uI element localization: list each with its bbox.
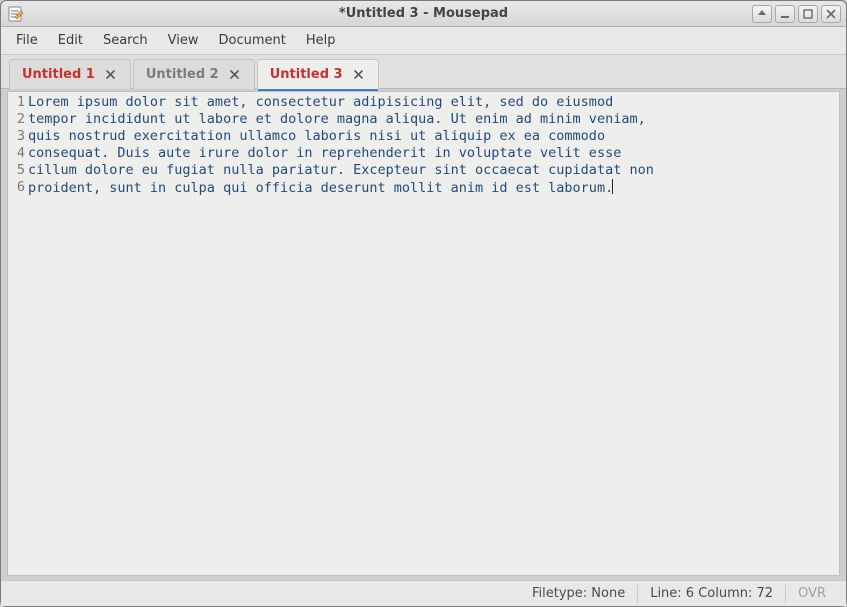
- tab-label: Untitled 3: [270, 67, 343, 82]
- tab-label: Untitled 2: [146, 67, 219, 82]
- tab-bar: Untitled 1 Untitled 2 Untitled 3: [1, 55, 846, 89]
- menubar: File Edit Search View Document Help: [1, 27, 846, 55]
- editor-line: consequat. Duis aute irure dolor in repr…: [28, 145, 835, 162]
- menu-file[interactable]: File: [7, 28, 47, 53]
- window-title: *Untitled 3 - Mousepad: [1, 6, 846, 21]
- text-editor[interactable]: Lorem ipsum dolor sit amet, consectetur …: [28, 92, 839, 575]
- menu-help[interactable]: Help: [297, 28, 345, 53]
- menu-edit[interactable]: Edit: [49, 28, 92, 53]
- menu-document[interactable]: Document: [209, 28, 294, 53]
- status-filetype[interactable]: Filetype: None: [520, 585, 637, 603]
- tab-label: Untitled 1: [22, 67, 95, 82]
- close-icon[interactable]: [352, 67, 366, 81]
- line-number: 3: [8, 128, 25, 145]
- document-tab[interactable]: Untitled 1: [9, 59, 131, 89]
- document-tab[interactable]: Untitled 3: [257, 59, 379, 89]
- window-keep-above-button[interactable]: [752, 5, 772, 23]
- document-tab[interactable]: Untitled 2: [133, 59, 255, 89]
- window-minimize-button[interactable]: [775, 5, 795, 23]
- editor-line: proident, sunt in culpa qui officia dese…: [28, 179, 835, 196]
- editor-line: quis nostrud exercitation ullamco labori…: [28, 128, 835, 145]
- menu-view[interactable]: View: [159, 28, 208, 53]
- line-number: 1: [8, 94, 25, 111]
- close-icon[interactable]: [104, 68, 118, 82]
- line-number: 6: [8, 179, 25, 196]
- app-icon: [7, 5, 25, 23]
- editor-line: cillum dolore eu fugiat nulla pariatur. …: [28, 162, 835, 179]
- status-cursor-position: Line: 6 Column: 72: [637, 585, 785, 603]
- text-cursor: [612, 179, 613, 194]
- line-number: 4: [8, 145, 25, 162]
- status-overwrite-mode[interactable]: OVR: [785, 585, 838, 603]
- window-maximize-button[interactable]: [798, 5, 818, 23]
- statusbar: Filetype: None Line: 6 Column: 72 OVR: [1, 580, 846, 606]
- editor-area: 123456 Lorem ipsum dolor sit amet, conse…: [7, 91, 840, 576]
- line-number: 5: [8, 162, 25, 179]
- editor-line: Lorem ipsum dolor sit amet, consectetur …: [28, 94, 835, 111]
- titlebar: *Untitled 3 - Mousepad: [1, 1, 846, 27]
- window-controls: [752, 5, 846, 23]
- editor-line: tempor incididunt ut labore et dolore ma…: [28, 111, 835, 128]
- line-number-gutter: 123456: [8, 92, 28, 575]
- line-number: 2: [8, 111, 25, 128]
- close-icon[interactable]: [228, 68, 242, 82]
- menu-search[interactable]: Search: [94, 28, 157, 53]
- window-close-button[interactable]: [821, 5, 841, 23]
